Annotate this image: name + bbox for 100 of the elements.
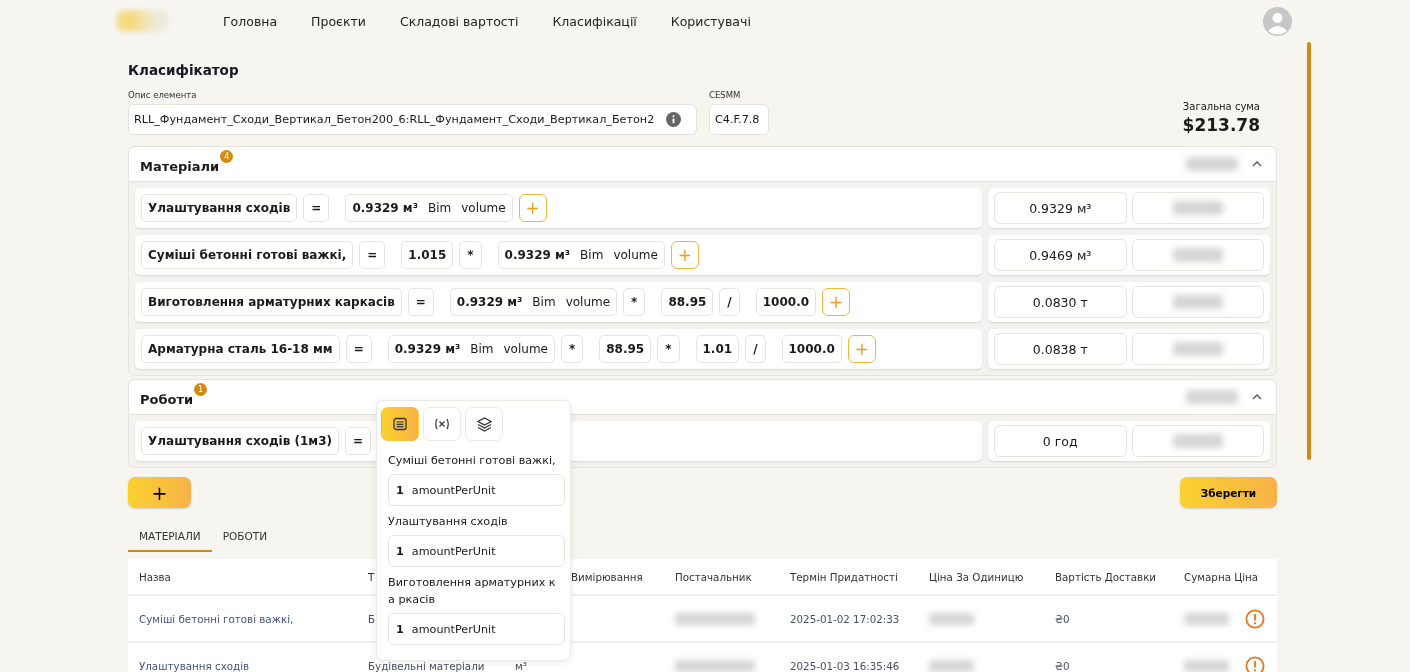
number-value[interactable]: 1000.0	[755, 288, 817, 316]
table-cell: м³	[515, 659, 527, 672]
column-header: Термін Придатності	[790, 570, 898, 583]
tool-button[interactable]	[381, 407, 419, 441]
column-header: Т	[368, 570, 375, 583]
amount-field[interactable]: 1 amountPerUnit	[388, 613, 565, 645]
column-header: Назва	[139, 570, 171, 583]
parameter-value: 0.9329 м³	[394, 342, 461, 356]
warning-icon[interactable]	[1245, 608, 1265, 629]
bim-parameter[interactable]: 0.9329 м³ Bim volume	[497, 241, 665, 269]
parameter-name: volume	[461, 201, 506, 215]
operator: *	[561, 335, 584, 363]
table-cell-text: Будівельні матеріали	[368, 659, 486, 672]
entry-label: Суміші бетонні готові важкі,	[388, 453, 557, 469]
bim-parameter[interactable]: 0.9329 м³ Bim volume	[449, 288, 618, 316]
column-header: Вимірювання	[571, 570, 643, 583]
item-link[interactable]: Улаштування сходів	[139, 659, 368, 672]
scrollbar-thumb[interactable]	[1307, 42, 1311, 460]
nav-link[interactable]: Головна	[223, 13, 278, 29]
nav-link[interactable]: Проєкти	[311, 13, 366, 29]
bim-parameter[interactable]: 0.9329 м³ Bim volume	[345, 194, 513, 222]
number-value[interactable]: 88.95	[599, 335, 652, 363]
bim-parameter[interactable]: 0.9329 м³ Bim volume	[387, 335, 555, 363]
column-header: Вартість Доставки	[1055, 570, 1157, 583]
operator: =	[407, 288, 434, 316]
cesmm-field[interactable]: C4.F.7.8	[709, 104, 769, 135]
parameter-value: 0.9329 м³	[504, 248, 571, 262]
nav-link[interactable]: Класифікації	[552, 13, 637, 29]
parameter-value: 0.9329 м³	[352, 201, 418, 215]
number-value[interactable]: 88.95	[661, 288, 714, 316]
table-cell-text: Б	[368, 612, 377, 625]
section-title: Роботи	[140, 391, 194, 407]
item-name: Улаштування сходів	[141, 194, 298, 222]
blurred-value	[1184, 612, 1229, 625]
result-value: 0.9329 м³	[994, 192, 1127, 224]
column-header: Постачальник	[675, 570, 752, 583]
number-value[interactable]: 1.01	[695, 335, 740, 363]
parameter-name: volume	[613, 248, 658, 262]
description-field[interactable]: RLL_Фундамент_Сходи_Вертикал_Бетон200_6:RLL_Фундамент_Сходи_Вертикал_Бетон2	[128, 104, 697, 135]
variable-icon	[434, 418, 450, 430]
amount-field[interactable]: 1 amountPerUnit	[388, 535, 565, 567]
number-value[interactable]: 1000.0	[781, 335, 842, 363]
chevron-icon[interactable]	[1252, 161, 1262, 167]
table-cell-text: ₴0	[1055, 612, 1071, 625]
count-badge: 1	[194, 382, 208, 396]
total-value: $213.78	[1182, 115, 1260, 135]
parameter-name: volume	[503, 342, 548, 356]
operator: /	[719, 288, 740, 316]
total-label: Загальна сума	[1182, 101, 1260, 112]
item-name: Улаштування сходів (1м3)	[141, 427, 339, 455]
item-name: Виготовлення арматурних каркасів	[141, 288, 402, 316]
section-title: Матеріали	[140, 158, 220, 174]
parameter-source: Bim	[580, 248, 604, 262]
entry-label: Виготовлення арматурних ка ркасів	[388, 575, 557, 608]
blurred-value	[929, 659, 974, 672]
result-value: 0.0830 т	[994, 286, 1127, 318]
entry-label: Улаштування сходів	[388, 514, 509, 530]
tool-button[interactable]	[465, 407, 503, 441]
blurred-value	[929, 612, 974, 625]
save-button[interactable]: Зберегти	[1180, 477, 1277, 508]
result-value: 0 год	[994, 425, 1127, 457]
list-icon	[393, 417, 407, 431]
add-button[interactable]: +	[128, 477, 191, 508]
blurred-value	[1184, 659, 1229, 672]
parameter-name: volume	[565, 295, 611, 309]
blurred-value	[1186, 390, 1238, 404]
operator: =	[303, 194, 330, 222]
result-value: 0.9469 м³	[994, 239, 1127, 271]
item-name: Суміші бетонні готові важкі,	[141, 241, 354, 269]
parameter-source: Bim	[427, 201, 452, 215]
item-name: Арматурна сталь 16-18 мм	[141, 335, 340, 363]
layers-icon	[476, 416, 492, 432]
result-value: 0.0838 т	[994, 333, 1127, 365]
operator: *	[459, 241, 482, 269]
chevron-icon[interactable]	[1252, 394, 1262, 400]
blurred-value	[1186, 157, 1238, 171]
operator: =	[359, 241, 386, 269]
count-badge: 4	[220, 149, 234, 163]
column-header: Сумарна Ціна	[1184, 570, 1259, 583]
nav-link[interactable]: Складові вартості	[399, 13, 519, 29]
operator: *	[623, 288, 646, 316]
number-value[interactable]: 1.015	[401, 241, 454, 269]
field-label: CESMM	[709, 90, 742, 100]
nav-link[interactable]: Користувачі	[670, 13, 751, 29]
tab[interactable]: МАТЕРІАЛИ	[128, 525, 212, 552]
amount-field[interactable]: 1 amountPerUnit	[388, 474, 565, 506]
column-header: Ціна За Одиницю	[929, 570, 1024, 583]
table-cell-text: 2025-01-03 16:35:46	[790, 659, 901, 672]
parameter-value: 0.9329 м³	[456, 295, 523, 309]
field-label: Опис елемента	[128, 90, 198, 100]
warning-icon[interactable]	[1245, 655, 1265, 672]
tab[interactable]: РОБОТИ	[211, 525, 278, 552]
table-cell-text: 2025-01-02 17:02:33	[790, 612, 901, 625]
parameter-source: Bim	[532, 295, 556, 309]
operator: *	[657, 335, 680, 363]
parameter-source: Bim	[470, 342, 494, 356]
item-link[interactable]: Суміші бетонні готові важкі,	[139, 612, 368, 625]
info-icon[interactable]	[666, 112, 682, 127]
operator: /	[745, 335, 766, 363]
page-title: Класифікатор	[128, 62, 240, 78]
